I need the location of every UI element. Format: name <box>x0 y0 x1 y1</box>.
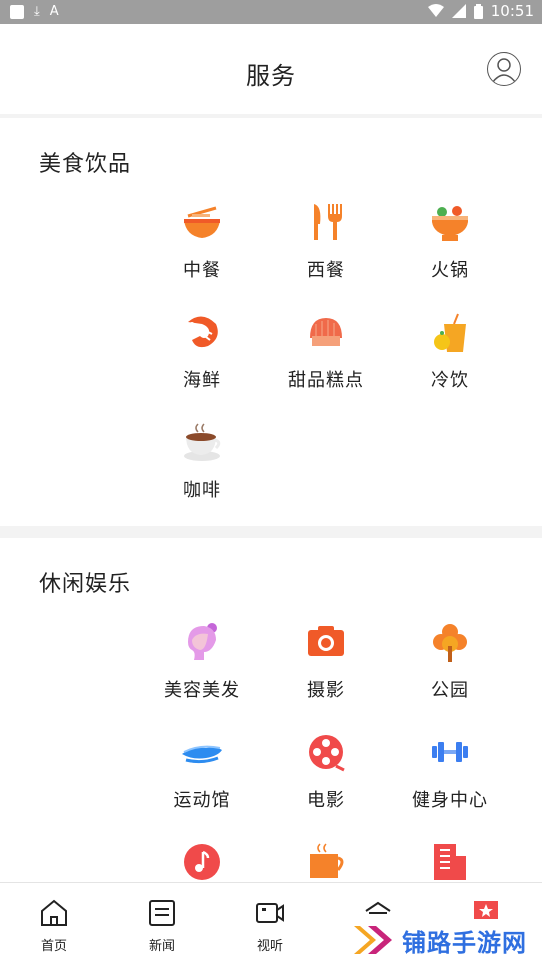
service-item-park[interactable]: 公园 <box>388 622 512 722</box>
service-item-movie[interactable]: 电影 <box>264 732 388 832</box>
service-label: 甜品糕点 <box>288 370 364 391</box>
watermark-logo-icon <box>354 926 392 954</box>
service-item-beauty[interactable]: 美容美发 <box>140 622 264 722</box>
video-icon <box>256 903 284 923</box>
service-item-tea-house[interactable] <box>264 842 388 882</box>
film-reel-icon <box>309 735 345 772</box>
service-label: 海鲜 <box>183 370 221 391</box>
service-label: 西餐 <box>307 260 345 281</box>
service-label: 咖啡 <box>183 480 221 501</box>
wifi-icon <box>427 4 444 17</box>
fork-knife-icon <box>314 204 342 240</box>
service-item-photography[interactable]: 摄影 <box>264 622 388 722</box>
service-item-chinese-food[interactable]: 中餐 <box>140 202 264 302</box>
section-title: 美食饮品 <box>39 152 132 177</box>
status-bar: ⤓ A 10:51 <box>0 0 542 24</box>
service-label: 公园 <box>431 680 469 701</box>
noodle-bowl-icon <box>184 206 220 238</box>
user-icon <box>491 58 517 84</box>
cake-icon <box>310 318 342 346</box>
home-icon <box>41 899 67 926</box>
tab-video[interactable]: 视听 <box>240 899 300 954</box>
signal-icon <box>451 4 466 18</box>
stadium-icon <box>182 745 222 764</box>
music-note-icon <box>184 844 220 880</box>
service-item-stadium[interactable]: 运动馆 <box>140 732 264 832</box>
tab-label: 视听 <box>256 939 283 954</box>
hotpot-icon <box>432 206 468 241</box>
news-icon <box>149 900 175 926</box>
service-item-coffee[interactable]: 咖啡 <box>140 422 264 522</box>
tab-news[interactable]: 新闻 <box>132 899 192 954</box>
woman-hair-icon <box>188 623 217 660</box>
service-item-western-food[interactable]: 西餐 <box>264 202 388 302</box>
service-label: 摄影 <box>307 680 345 701</box>
shrimp-icon <box>188 316 218 348</box>
service-item-building[interactable] <box>388 842 512 882</box>
app-a-icon: A <box>49 4 59 19</box>
service-label: 冷饮 <box>431 370 469 391</box>
service-label: 运动馆 <box>173 790 231 811</box>
service-item-hotpot[interactable]: 火锅 <box>388 202 512 302</box>
service-label: 电影 <box>307 790 345 811</box>
status-time: 10:51 <box>490 2 534 20</box>
section-title: 休闲娱乐 <box>39 572 132 597</box>
food-drink-section: 美食饮品 中餐 西餐 火锅 海鲜 甜品糕点 冷饮 咖啡 <box>0 118 542 526</box>
watermark-text: 铺路手游网 <box>402 928 527 957</box>
camera-icon <box>308 626 344 656</box>
tree-icon <box>433 624 467 662</box>
service-item-cold-drinks[interactable]: 冷饮 <box>388 312 512 412</box>
service-label: 中餐 <box>183 260 221 281</box>
service-label: 火锅 <box>431 260 469 281</box>
download-icon: ⤓ <box>34 4 40 19</box>
watermark: 铺路手游网 <box>352 916 542 964</box>
coffee-cup-icon <box>184 423 221 461</box>
service-label: 健身中心 <box>412 790 488 811</box>
building-icon <box>434 844 466 880</box>
service-item-fitness-center[interactable]: 健身中心 <box>388 732 512 832</box>
juice-icon <box>434 313 466 352</box>
service-item-seafood[interactable]: 海鲜 <box>140 312 264 412</box>
coffee-mug-icon <box>310 843 344 878</box>
service-item-music[interactable] <box>140 842 264 882</box>
page-title: 服务 <box>246 62 296 90</box>
leisure-entertainment-section: 休闲娱乐 美容美发 摄影 公园 运动馆 电影 健身中心 <box>0 538 542 882</box>
tab-label: 新闻 <box>148 939 175 954</box>
tab-home[interactable]: 首页 <box>24 899 84 954</box>
tab-label: 首页 <box>40 939 67 954</box>
user-avatar-button[interactable] <box>487 52 521 86</box>
service-label: 美容美发 <box>164 680 240 701</box>
battery-icon <box>473 3 483 19</box>
dumbbell-icon <box>432 742 468 762</box>
service-item-dessert[interactable]: 甜品糕点 <box>264 312 388 412</box>
notification-square-icon <box>10 5 24 19</box>
app-header: 服务 <box>0 24 542 114</box>
